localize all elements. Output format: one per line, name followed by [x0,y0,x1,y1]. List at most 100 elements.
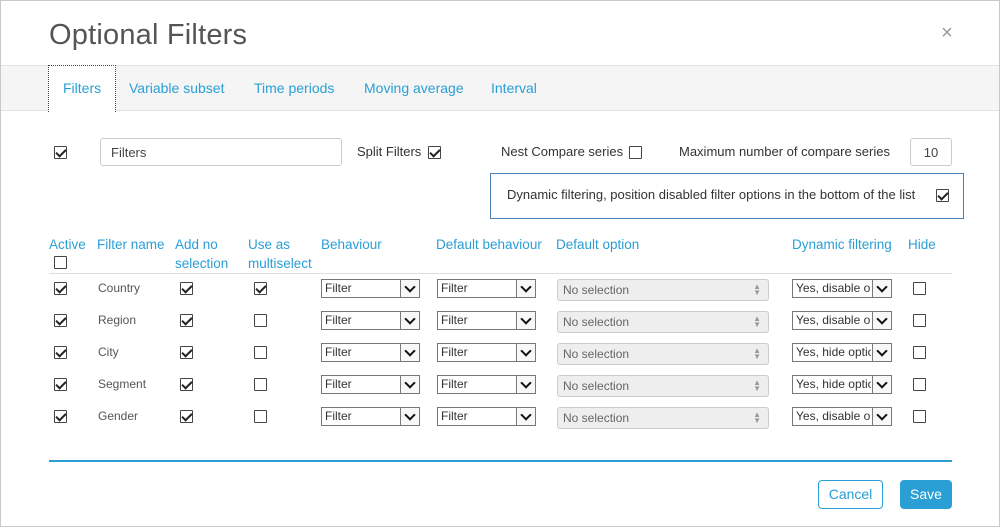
row-dynamic-filtering-select[interactable]: Yes, hide options [792,343,892,362]
row-default-option-select[interactable]: No selection ▲ ▼ [557,311,769,333]
chevron-down-icon [400,312,419,329]
up-down-arrows-icon: ▲ ▼ [753,346,761,361]
row-filter-name: Country [98,281,141,295]
row-behaviour-select[interactable]: Filter [321,311,420,330]
row-multiselect-checkbox[interactable] [254,282,267,295]
row-filter-name: Region [98,313,137,327]
row-default-behaviour-select[interactable]: Filter [437,279,536,298]
optional-filters-dialog: Optional Filters × Filters Variable subs… [0,0,1000,527]
row-dynamic-filtering-value: Yes, hide options [796,377,871,391]
tab-filters[interactable]: Filters [48,65,117,112]
header-add-no-selection: Add no selection [175,235,228,273]
row-add-no-selection-checkbox[interactable] [180,410,193,423]
row-hide-checkbox[interactable] [913,346,926,359]
header-default-behaviour: Default behaviour [436,237,542,252]
row-behaviour-select[interactable]: Filter [321,407,420,426]
footer-divider [49,460,952,462]
row-multiselect-checkbox[interactable] [254,410,267,423]
chevron-down-icon [516,280,535,297]
row-active-checkbox[interactable] [54,346,67,359]
split-filters-label: Split Filters [357,144,422,159]
row-dynamic-filtering-select[interactable]: Yes, disable options [792,279,892,298]
row-hide-checkbox[interactable] [913,378,926,391]
row-default-option-value: No selection [563,347,630,361]
row-add-no-selection-checkbox[interactable] [180,282,193,295]
filters-enabled-checkbox[interactable] [54,146,67,159]
header-behaviour: Behaviour [321,237,382,252]
row-dynamic-filtering-select[interactable]: Yes, disable options [792,311,892,330]
tab-variable-subset[interactable]: Variable subset [129,66,224,111]
tab-bar: Filters Variable subset Time periods Mov… [1,65,999,112]
split-filters-checkbox[interactable] [428,146,441,159]
row-active-checkbox[interactable] [54,378,67,391]
row-dynamic-filtering-value: Yes, hide options [796,345,871,359]
row-add-no-selection-checkbox[interactable] [180,378,193,391]
tab-time-periods[interactable]: Time periods [254,66,334,111]
row-add-no-selection-checkbox[interactable] [180,314,193,327]
chevron-down-icon [516,312,535,329]
row-default-option-select[interactable]: No selection ▲ ▼ [557,279,769,301]
row-default-option-select[interactable]: No selection ▲ ▼ [557,375,769,397]
chevron-down-icon [400,280,419,297]
row-active-checkbox[interactable] [54,410,67,423]
header-add-no-line1: Add no [175,237,218,252]
row-dynamic-filtering-value: Yes, disable options [796,409,871,423]
row-dynamic-filtering-select[interactable]: Yes, disable options [792,407,892,426]
save-button[interactable]: Save [900,480,952,509]
row-active-checkbox[interactable] [54,314,67,327]
header-active: Active [49,237,86,252]
chevron-down-icon [872,344,891,361]
row-hide-checkbox[interactable] [913,282,926,295]
chevron-down-icon [516,344,535,361]
row-hide-checkbox[interactable] [913,410,926,423]
tab-interval[interactable]: Interval [491,66,537,111]
row-active-checkbox[interactable] [54,282,67,295]
row-multiselect-checkbox[interactable] [254,314,267,327]
header-multi-line1: Use as [248,237,291,252]
row-default-option-value: No selection [563,315,630,329]
nest-compare-checkbox[interactable] [629,146,642,159]
row-default-behaviour-select[interactable]: Filter [437,407,536,426]
header-default-option: Default option [556,237,640,252]
cancel-button[interactable]: Cancel [818,480,883,509]
header-filter-name: Filter name [97,237,165,252]
up-down-arrows-icon: ▲ ▼ [753,282,761,297]
chevron-down-icon [872,376,891,393]
row-default-behaviour-select[interactable]: Filter [437,311,536,330]
row-behaviour-select[interactable]: Filter [321,375,420,394]
tab-moving-average[interactable]: Moving average [364,66,464,111]
up-down-arrows-icon: ▲ ▼ [753,314,761,329]
row-filter-name: City [98,345,119,359]
row-behaviour-select[interactable]: Filter [321,343,420,362]
chevron-down-icon [872,312,891,329]
dynamic-filtering-checkbox[interactable] [936,189,949,202]
close-icon[interactable]: × [937,23,957,43]
row-multiselect-checkbox[interactable] [254,346,267,359]
row-default-behaviour-select[interactable]: Filter [437,343,536,362]
dialog-title: Optional Filters [49,19,248,51]
row-filter-name: Gender [98,409,139,423]
row-default-option-select[interactable]: No selection ▲ ▼ [557,407,769,429]
header-divider [49,273,952,274]
row-dynamic-filtering-value: Yes, disable options [796,313,871,327]
max-compare-input[interactable] [910,138,952,166]
row-hide-checkbox[interactable] [913,314,926,327]
select-all-active-checkbox[interactable] [54,256,67,269]
row-default-behaviour-select[interactable]: Filter [437,375,536,394]
row-dynamic-filtering-select[interactable]: Yes, hide options [792,375,892,394]
filters-name-input[interactable] [100,138,342,166]
header-hide: Hide [908,237,936,252]
chevron-down-icon [400,376,419,393]
up-down-arrows-icon: ▲ ▼ [753,378,761,393]
row-add-no-selection-checkbox[interactable] [180,346,193,359]
row-filter-name: Segment [98,377,147,391]
row-default-option-value: No selection [563,379,630,393]
chevron-down-icon [400,408,419,425]
row-behaviour-select[interactable]: Filter [321,279,420,298]
row-default-option-select[interactable]: No selection ▲ ▼ [557,343,769,365]
header-multiselect: Use as multiselect [248,235,312,273]
header-multi-line2: multiselect [248,256,312,271]
row-default-option-value: No selection [563,283,630,297]
row-multiselect-checkbox[interactable] [254,378,267,391]
chevron-down-icon [872,280,891,297]
